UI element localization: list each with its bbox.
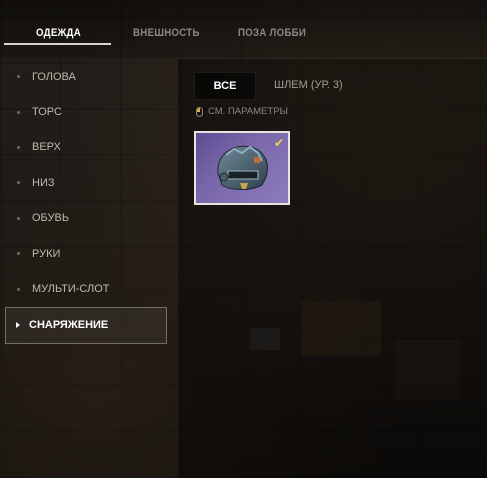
category-sidebar: ГОЛОВА ТОРС ВЕРХ НИЗ ОБУВЬ РУКИ МУЛЬТИ-С… — [5, 59, 167, 345]
filter-helmet-button[interactable]: ШЛЕМ (УР. 3) — [274, 72, 343, 98]
bullet-icon — [17, 287, 20, 291]
bullet-icon — [17, 181, 20, 185]
tab-appearance[interactable]: ВНЕШНОСТЬ — [133, 19, 200, 47]
mouse-icon — [196, 106, 203, 117]
sidebar-item-label: ТОРС — [32, 106, 62, 119]
top-tab-bar: ОДЕЖДА ВНЕШНОСТЬ ПОЗА ЛОББИ — [0, 0, 487, 58]
selected-check-icon: ✔ — [273, 136, 284, 150]
sidebar-item-label: МУЛЬТИ-СЛОТ — [32, 283, 110, 296]
bullet-icon — [17, 216, 20, 220]
active-tab-indicator — [4, 43, 111, 45]
bullet-icon — [17, 252, 20, 256]
sidebar-item-label: ВЕРХ — [32, 141, 61, 154]
bullet-icon — [17, 145, 20, 149]
sidebar-item-label: СНАРЯЖЕНИЕ — [29, 319, 109, 332]
tab-lobby-pose[interactable]: ПОЗА ЛОББИ — [238, 19, 306, 47]
sidebar-item-label: РУКИ — [32, 247, 61, 260]
sidebar-item-gear[interactable]: СНАРЯЖЕНИЕ — [5, 306, 167, 345]
filter-all-button[interactable]: ВСЕ — [194, 72, 256, 100]
bullet-icon — [17, 110, 20, 114]
sidebar-item-label: ОБУВЬ — [32, 212, 70, 225]
view-params-hint[interactable]: СМ. ПАРАМЕТРЫ — [196, 106, 288, 117]
sidebar-item-top[interactable]: ВЕРХ — [5, 130, 167, 165]
sidebar-item-hands[interactable]: РУКИ — [5, 236, 167, 271]
items-panel: ВСЕ ШЛЕМ (УР. 3) СМ. ПАРАМЕТРЫ ✔ — [177, 59, 487, 478]
arrow-right-icon — [16, 322, 20, 329]
sidebar-item-bottom[interactable]: НИЗ — [5, 165, 167, 200]
sidebar-item-multi-slot[interactable]: МУЛЬТИ-СЛОТ — [5, 271, 167, 306]
sidebar-item-head[interactable]: ГОЛОВА — [5, 59, 167, 94]
bullet-icon — [17, 75, 20, 79]
params-label: СМ. ПАРАМЕТРЫ — [208, 106, 288, 117]
sidebar-item-label: ГОЛОВА — [32, 70, 76, 83]
item-card-helmet[interactable]: ✔ — [194, 131, 290, 205]
sidebar-item-torso[interactable]: ТОРС — [5, 94, 167, 129]
sidebar-item-shoes[interactable]: ОБУВЬ — [5, 201, 167, 236]
sidebar-item-label: НИЗ — [32, 176, 55, 189]
